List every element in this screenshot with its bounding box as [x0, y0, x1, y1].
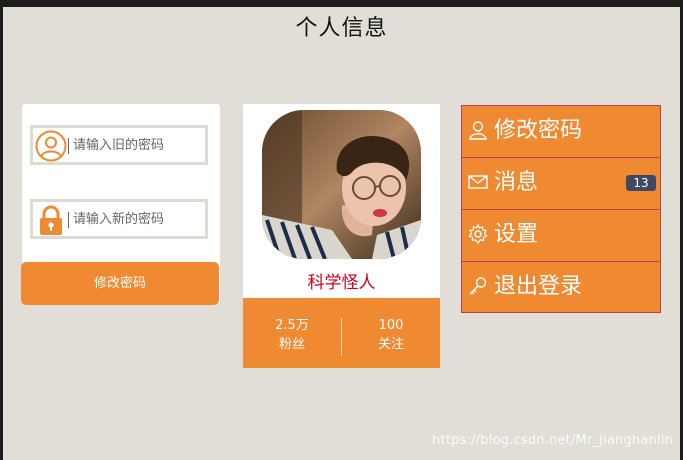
new-password-input[interactable]: [73, 208, 203, 230]
menu-item-messages[interactable]: 消息 13: [462, 157, 660, 209]
followers-count: 2.5万: [275, 318, 309, 333]
menu-item-logout[interactable]: 退出登录: [462, 261, 660, 313]
following-count: 100: [378, 318, 404, 333]
old-password-input[interactable]: [73, 134, 203, 156]
change-password-button[interactable]: 修改密码: [21, 262, 219, 305]
profile-card: 科学怪人 2.5万 粉丝 100 关注: [243, 104, 440, 368]
old-password-field[interactable]: [30, 125, 208, 165]
followers-label: 粉丝: [278, 337, 305, 352]
menu-item-settings[interactable]: 设置: [462, 209, 660, 261]
watermark: https://blog.csdn.net/Mr_jianghanlin: [432, 433, 673, 448]
side-menu: 修改密码 消息 13 设置 退出登录: [461, 105, 661, 313]
gear-icon: [468, 224, 488, 244]
message-count-badge: 13: [626, 175, 656, 191]
menu-item-change-password[interactable]: 修改密码: [462, 106, 660, 157]
menu-item-label: 设置: [494, 222, 539, 247]
avatar: [262, 110, 421, 259]
user-icon: [35, 130, 67, 162]
new-password-field[interactable]: [30, 199, 208, 239]
menu-item-label: 退出登录: [494, 274, 583, 299]
key-icon: [469, 277, 487, 295]
lock-icon: [40, 205, 62, 235]
field-separator: [68, 212, 69, 228]
username: 科学怪人: [307, 273, 376, 293]
menu-item-label: 消息: [494, 170, 539, 195]
following-stat[interactable]: 100 关注: [342, 316, 440, 354]
profile-stats: 2.5万 粉丝 100 关注: [243, 298, 440, 368]
mail-icon: [468, 175, 488, 189]
user-icon: [469, 121, 487, 140]
page-title: 个人信息: [295, 16, 388, 41]
followers-stat[interactable]: 2.5万 粉丝: [243, 316, 341, 354]
menu-item-label: 修改密码: [494, 118, 583, 143]
field-separator: [68, 138, 69, 154]
following-label: 关注: [377, 337, 404, 352]
avatar-photo: [262, 110, 421, 259]
password-card: 修改密码: [21, 104, 220, 305]
